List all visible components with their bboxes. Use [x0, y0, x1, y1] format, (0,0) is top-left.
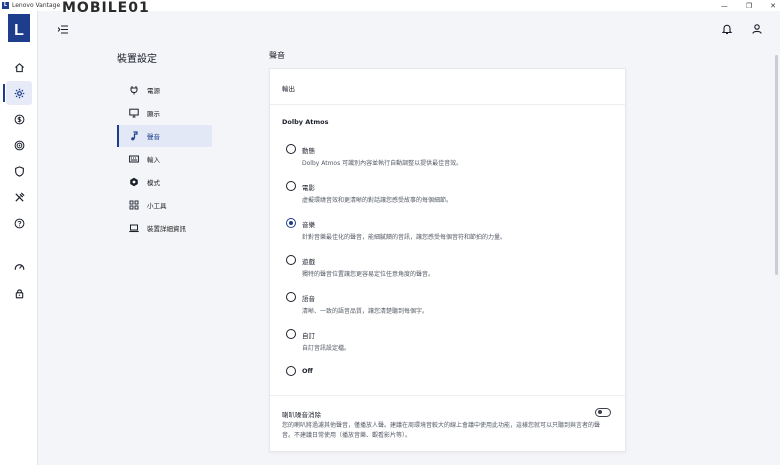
tools-icon	[14, 191, 25, 202]
subnav-item-mode[interactable]: 模式	[117, 171, 212, 193]
radio-off[interactable]	[286, 366, 296, 376]
option-label: 遊戲	[302, 258, 315, 266]
option-label: 自訂	[302, 332, 315, 340]
window-controls: — ❐ ✕	[721, 0, 776, 11]
option-label: Off	[302, 367, 313, 375]
option-label: 語音	[302, 295, 315, 303]
rail-home[interactable]	[6, 55, 32, 79]
gear-icon	[14, 88, 24, 98]
watermark-logo: MOBILE01	[62, 0, 150, 16]
radio-dynamic[interactable]	[286, 144, 296, 154]
laptop-icon	[129, 224, 139, 233]
maximize-button[interactable]: ❐	[746, 2, 752, 10]
hexagon-icon	[130, 177, 138, 187]
radio-movie[interactable]	[286, 181, 296, 191]
option-desc: 清晰、一致的語音品質，讓您清楚聽到每個字。	[302, 308, 429, 315]
subnav-item-audio[interactable]: 聲音	[117, 125, 212, 147]
speedometer-icon	[14, 263, 24, 270]
option-desc: 針對音樂最佳化的聲音，能細膩饋的音訊，讓您感受每個音符和節拍的力量。	[302, 234, 507, 241]
option-desc: 獨特的聲音位置讓您更容易定位任意角度的聲音。	[302, 271, 435, 278]
music-note-icon	[131, 131, 138, 141]
audio-settings-card: 輸出 Dolby Atmos 動態 Dolby Atmos 可識別內容並執行自動…	[269, 68, 627, 452]
menu-collapse-icon[interactable]	[58, 25, 68, 34]
scrollbar[interactable]	[775, 55, 778, 275]
subnav-item-widgets[interactable]: 小工具	[117, 194, 212, 216]
rail-performance[interactable]	[6, 255, 32, 279]
option-label: 音樂	[302, 221, 315, 229]
monitor-icon	[129, 108, 139, 118]
subnav-label: 輸入	[147, 156, 160, 164]
subnav-title: 裝置設定	[117, 54, 157, 65]
rail-settings[interactable]	[3, 81, 32, 105]
rail-tools[interactable]	[6, 185, 32, 209]
noise-cancel-desc: 您的喇叭將過濾其他聲音，僅播放人聲。建議在周環境音較大的線上會議中使用此功能，這…	[282, 422, 601, 439]
radio-custom[interactable]	[286, 329, 296, 339]
subnav-item-input[interactable]: 輸入	[117, 148, 212, 170]
rail-network[interactable]	[6, 133, 32, 157]
bell-icon[interactable]	[721, 23, 733, 35]
wifi-target-icon	[14, 140, 24, 150]
subnav-label: 顯示	[147, 110, 160, 118]
app-icon: L	[2, 2, 9, 9]
plug-icon	[130, 86, 138, 95]
option-desc: 虛擬環繞音效和更清晰的對話讓您感受故事的每個細節。	[302, 197, 453, 204]
help-icon	[14, 218, 24, 228]
divider	[270, 395, 627, 396]
output-label: 輸出	[282, 85, 295, 93]
divider	[270, 104, 627, 105]
rail-lock[interactable]	[6, 281, 32, 305]
lock-icon	[15, 288, 23, 298]
dollar-icon	[14, 114, 24, 124]
radio-music[interactable]	[286, 218, 296, 228]
page-title: 聲音	[269, 51, 285, 60]
rail-security[interactable]	[6, 159, 32, 183]
user-icon[interactable]	[751, 23, 763, 35]
subnav-label: 小工具	[147, 202, 167, 210]
subnav-item-device-details[interactable]: 裝置詳細資訊	[117, 217, 212, 239]
radio-voice[interactable]	[286, 292, 296, 302]
rail-help[interactable]	[6, 211, 32, 235]
lenovo-logo[interactable]: L	[8, 14, 30, 42]
subnav-label: 電源	[147, 87, 160, 95]
option-label: 電影	[302, 184, 315, 192]
subnav-item-power[interactable]: 電源	[117, 79, 212, 101]
dolby-atmos-title: Dolby Atmos	[282, 118, 329, 126]
option-desc: Dolby Atmos 可識別內容並執行自動調整以提供最佳音效。	[302, 160, 463, 167]
subnav-label: 模式	[147, 179, 160, 187]
keyboard-icon	[129, 155, 139, 163]
left-rail: L	[0, 11, 38, 465]
subnav-label: 裝置詳細資訊	[147, 225, 186, 233]
subnav-label: 聲音	[147, 133, 160, 141]
option-label: 動態	[302, 147, 315, 155]
shield-icon	[14, 165, 24, 177]
minimize-button[interactable]: —	[721, 2, 728, 10]
option-desc: 自訂音訊設定檔。	[302, 345, 351, 352]
subnav-item-display[interactable]: 顯示	[117, 102, 212, 124]
rail-dollar[interactable]	[6, 107, 32, 131]
close-button[interactable]: ✕	[770, 2, 776, 10]
noise-cancel-title: 喇叭噪音消除	[282, 411, 321, 419]
widgets-icon	[129, 200, 139, 210]
radio-game[interactable]	[286, 255, 296, 265]
home-icon	[14, 62, 24, 72]
window-title: Lenovo Vantage	[12, 2, 61, 9]
noise-cancel-toggle[interactable]	[595, 408, 611, 417]
